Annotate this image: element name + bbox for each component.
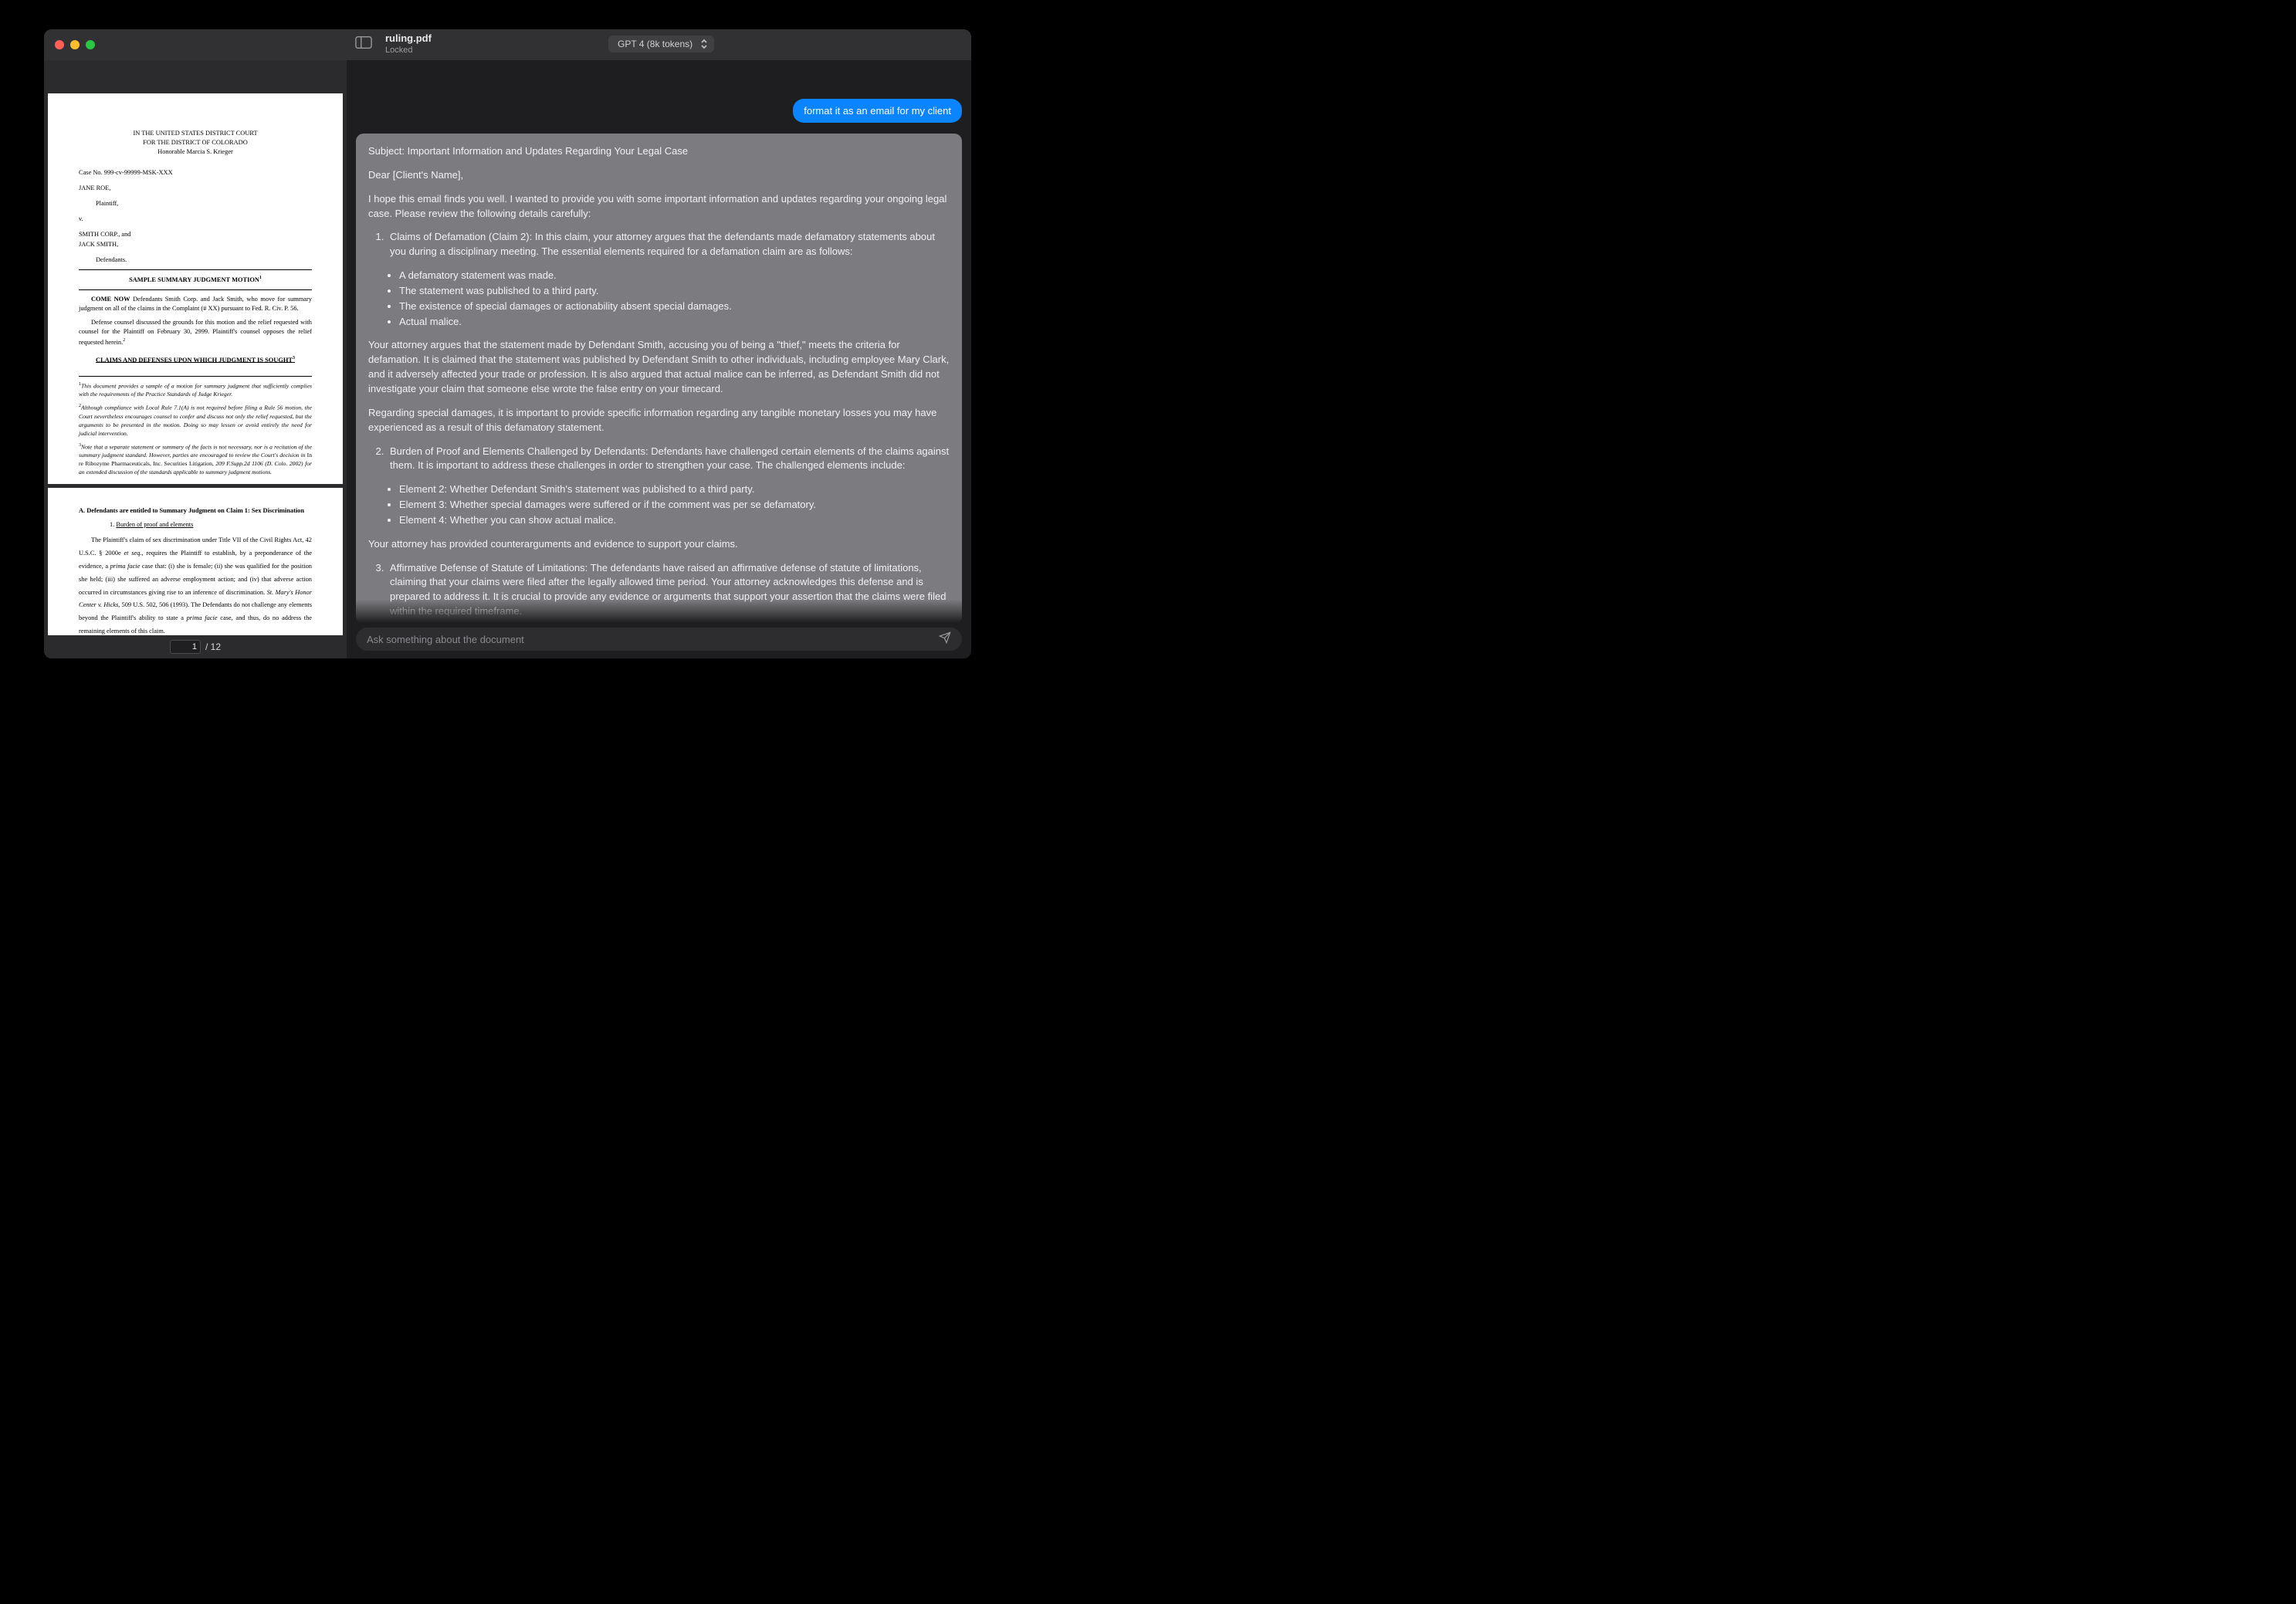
chevron-up-down-icon xyxy=(700,39,708,49)
court-line-1: IN THE UNITED STATES DISTRICT COURT xyxy=(79,129,312,138)
assistant-message-bubble: Subject: Important Information and Updat… xyxy=(356,134,962,623)
subsection-1: 1. Burden of proof and elements xyxy=(110,520,312,530)
case-number: Case No. 999-cv-99999-MSK-XXX xyxy=(79,168,312,178)
main-body: IN THE UNITED STATES DISTRICT COURT FOR … xyxy=(44,60,971,658)
maximize-window-button[interactable] xyxy=(86,40,95,49)
page-number-input[interactable] xyxy=(170,640,201,654)
sidebar-icon xyxy=(355,39,372,52)
app-window: ruling.pdf Locked GPT 4 (8k tokens) IN T… xyxy=(44,29,971,658)
section-a-heading: A. Defendants are entitled to Summary Ju… xyxy=(79,506,312,516)
pdf-paragraph: COME NOW Defendants Smith Corp. and Jack… xyxy=(79,295,312,313)
pdf-paragraph: The Plaintiff's claim of sex discriminat… xyxy=(79,534,312,635)
traffic-lights xyxy=(55,40,95,49)
email-paragraph: Your attorney has provided counterargume… xyxy=(368,537,950,552)
footnote-2: 2Although compliance with Local Rule 7.1… xyxy=(79,403,312,438)
list-item: Burden of Proof and Elements Challenged … xyxy=(387,445,950,474)
list-item: Claims of Defamation (Claim 2): In this … xyxy=(387,230,950,259)
sidebar-toggle-button[interactable] xyxy=(355,36,372,53)
email-paragraph: Regarding special damages, it is importa… xyxy=(368,406,950,435)
list-item: Actual malice. xyxy=(399,315,950,330)
plaintiff-name: JANE ROE, xyxy=(79,184,312,193)
email-ordered-list: Claims of Defamation (Claim 2): In this … xyxy=(387,230,950,259)
list-item: Affirmative Defense of Statute of Limita… xyxy=(387,561,950,619)
email-bullet-list: A defamatory statement was made. The sta… xyxy=(399,269,950,329)
divider xyxy=(79,269,312,270)
footnote-3: 3Note that a separate statement or summa… xyxy=(79,442,312,477)
document-status: Locked xyxy=(385,45,432,56)
document-title: ruling.pdf xyxy=(385,32,432,45)
email-ordered-list: Affirmative Defense of Statute of Limita… xyxy=(387,561,950,619)
chat-panel: format it as an email for my client Subj… xyxy=(347,60,971,658)
chat-input-container xyxy=(356,628,962,651)
defendants-role: Defendants. xyxy=(96,255,312,265)
divider xyxy=(79,289,312,290)
chat-scroll-area[interactable]: format it as an email for my client Subj… xyxy=(347,91,971,623)
footnote-divider xyxy=(79,376,312,377)
list-item: Element 4: Whether you can show actual m… xyxy=(399,513,950,528)
claims-title: CLAIMS AND DEFENSES UPON WHICH JUDGMENT … xyxy=(79,355,312,365)
document-title-area: ruling.pdf Locked xyxy=(385,32,432,56)
email-subject: Subject: Important Information and Updat… xyxy=(368,144,950,159)
court-line-2: FOR THE DISTRICT OF COLORADO xyxy=(79,138,312,147)
versus: v. xyxy=(79,215,312,224)
user-message-bubble: format it as an email for my client xyxy=(793,99,962,123)
pdf-viewport[interactable]: IN THE UNITED STATES DISTRICT COURT FOR … xyxy=(44,91,347,635)
defendant-1: SMITH CORP., and xyxy=(79,230,312,239)
pdf-paragraph: Defense counsel discussed the grounds fo… xyxy=(79,318,312,347)
judge-line: Honorable Marcia S. Krieger xyxy=(79,147,312,157)
list-item: A defamatory statement was made. xyxy=(399,269,950,283)
model-label: GPT 4 (8k tokens) xyxy=(618,39,693,49)
chat-input[interactable] xyxy=(367,634,939,645)
close-window-button[interactable] xyxy=(55,40,64,49)
send-icon[interactable] xyxy=(939,631,951,648)
list-item: Element 3: Whether special damages were … xyxy=(399,498,950,513)
minimize-window-button[interactable] xyxy=(70,40,80,49)
list-item: The statement was published to a third p… xyxy=(399,284,950,299)
titlebar xyxy=(44,29,971,60)
plaintiff-role: Plaintiff, xyxy=(96,199,312,208)
email-paragraph: Your attorney argues that the statement … xyxy=(368,338,950,396)
pdf-panel: IN THE UNITED STATES DISTRICT COURT FOR … xyxy=(44,60,347,658)
chat-input-row xyxy=(347,623,971,658)
model-selector[interactable]: GPT 4 (8k tokens) xyxy=(608,36,714,52)
pdf-page-2: A. Defendants are entitled to Summary Ju… xyxy=(48,488,343,635)
motion-title: SAMPLE SUMMARY JUDGMENT MOTION1 xyxy=(79,275,312,285)
pdf-page-1: IN THE UNITED STATES DISTRICT COURT FOR … xyxy=(48,93,343,484)
list-item: Element 2: Whether Defendant Smith's sta… xyxy=(399,482,950,497)
email-greeting: Dear [Client's Name], xyxy=(368,168,950,183)
list-item: The existence of special damages or acti… xyxy=(399,299,950,314)
email-intro: I hope this email finds you well. I want… xyxy=(368,192,950,222)
pdf-page-indicator: / 12 xyxy=(44,635,347,658)
email-bullet-list: Element 2: Whether Defendant Smith's sta… xyxy=(399,482,950,528)
email-ordered-list: Burden of Proof and Elements Challenged … xyxy=(387,445,950,474)
user-message-row: format it as an email for my client xyxy=(356,99,962,123)
defendant-2: JACK SMITH, xyxy=(79,240,312,249)
footnote-1: 1This document provides a sample of a mo… xyxy=(79,381,312,399)
page-total-label: / 12 xyxy=(205,641,221,652)
